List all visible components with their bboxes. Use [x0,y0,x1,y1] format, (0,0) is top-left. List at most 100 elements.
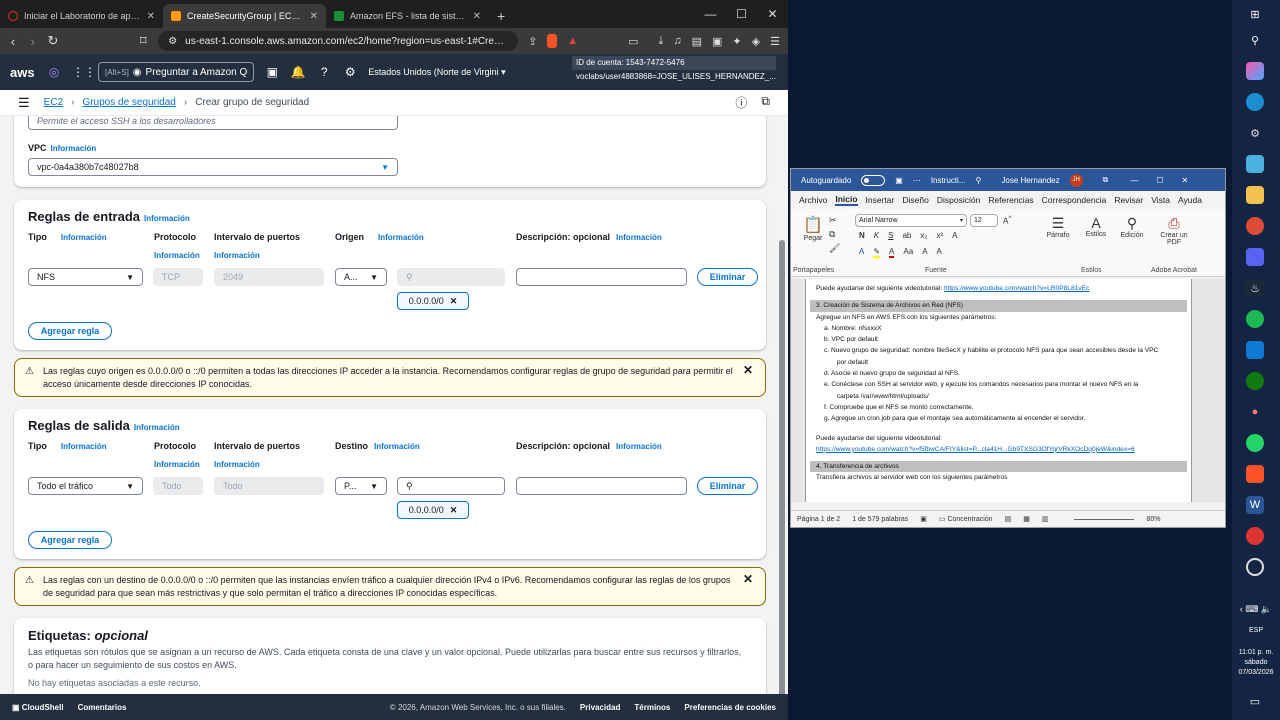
minimize-icon[interactable]: — [1130,176,1138,185]
privacy-link[interactable]: Privacidad [580,703,620,712]
source-search[interactable]: ⚲ [397,268,505,286]
doc-link[interactable]: https://www.youtube.com/watch?v=f5fbwCA/… [810,444,1187,455]
ribbon-display-icon[interactable]: ⧉ [1103,175,1109,185]
vpn-icon[interactable]: ◈ [752,35,760,48]
comments-link[interactable]: Comentarios [78,703,127,712]
tipo-info-link[interactable]: Información [61,442,107,451]
subscript-icon[interactable]: x₂ [920,231,927,240]
font-size-select[interactable]: 12 [970,214,998,227]
tipo-info-link[interactable]: Información [61,233,107,242]
close-tab-icon[interactable]: ✕ [147,11,155,22]
delete-rule-button[interactable]: Eliminar [697,268,758,286]
protocolo-info-link[interactable]: Información [154,251,200,260]
shrink-icon[interactable]: A [922,247,927,258]
breadcrumb-security-groups[interactable]: Grupos de seguridad [82,97,175,108]
new-tab-button[interactable]: + [489,8,513,28]
cidr-token[interactable]: 0.0.0.0/0 ✕ [397,501,469,519]
search-icon[interactable]: ⚲ [1246,31,1264,49]
account-menu[interactable]: ID de cuenta: 1543-7472-5476 voclabs/use… [572,56,776,88]
tab-disposicion[interactable]: Disposición [937,195,980,205]
tab-archivo[interactable]: Archivo [799,195,827,205]
hamburger-icon[interactable]: ☰ [18,95,30,111]
styles-button[interactable]: A Estilos [1081,215,1111,238]
recorder-icon[interactable] [1246,527,1264,545]
amazon-q-icon[interactable]: ◎ [46,65,62,79]
settings-icon[interactable]: ⚙ [1246,124,1264,142]
tab-inicio[interactable]: Inicio [835,194,858,206]
whatsapp-icon[interactable] [1246,434,1264,452]
tab-diseno[interactable]: Diseño [902,195,928,205]
vpc-info-link[interactable]: Información [51,144,97,153]
description-input[interactable] [516,477,687,495]
add-rule-button[interactable]: Agregar regla [28,322,112,340]
document-page[interactable]: Puede ayudarse del siguiente videotutori… [805,279,1192,502]
description-field[interactable]: Permite el acceso SSH a los desarrollado… [28,116,398,130]
discord-icon[interactable] [1246,248,1264,266]
input-language[interactable]: ESP [1232,626,1280,636]
puertos-info-link[interactable]: Información [214,460,260,469]
share-icon[interactable]: ⇪ [528,35,537,48]
add-rule-button[interactable]: Agregar regla [28,531,112,549]
vpc-select[interactable]: vpc-0a4a380b7c48027b8 ▼ [28,158,398,176]
destino-info-link[interactable]: Información [374,442,420,451]
zoom-level[interactable]: 80% [1146,516,1160,523]
close-tab-icon[interactable]: ✕ [473,11,481,22]
feedback-icon[interactable]: ⧉ [761,94,770,111]
char-border-icon[interactable]: A [937,247,942,258]
format-painter-icon[interactable]: 🖌 [829,243,840,254]
font-grow-icon[interactable]: A^ [1003,215,1011,226]
delete-rule-button[interactable]: Eliminar [697,477,758,495]
cidr-token[interactable]: 0.0.0.0/0 ✕ [397,292,469,310]
tab-vista[interactable]: Vista [1151,195,1170,205]
cut-icon[interactable]: ✂ [829,215,837,226]
notifications-icon[interactable]: ▭ [1246,692,1264,710]
close-tab-icon[interactable]: ✕ [310,11,318,22]
services-grid-icon[interactable]: ⋮⋮ [72,65,96,79]
outbound-info-link[interactable]: Información [134,423,180,432]
notifications-icon[interactable]: 🔔 [290,65,306,79]
page-count[interactable]: Página 1 de 2 [797,516,840,523]
close-window-icon[interactable]: ✕ [1182,176,1189,185]
destination-select[interactable]: P... ▼ [335,477,387,495]
tray-icons[interactable]: ‹ ⌨ 🔈 [1232,604,1280,614]
settings-icon[interactable]: ⚙ [342,65,358,79]
puertos-info-link[interactable]: Información [214,251,260,260]
doc-link[interactable]: https://www.youtube.com/watch?v=LR0P8L81… [944,285,1089,292]
superscript-icon[interactable]: x² [936,231,943,240]
dismiss-alert-icon[interactable]: ✕ [743,573,753,586]
url-bar[interactable]: ⚙ us-east-1.console.aws.amazon.com/ec2/ho… [158,31,519,51]
more-icon[interactable]: ⋯ [913,176,921,185]
case-icon[interactable]: Aa [903,247,913,258]
app-icon[interactable]: ● [1246,403,1264,421]
help-icon[interactable]: ? [316,65,332,79]
source-select[interactable]: A... ▼ [335,268,387,286]
sidebar-icon[interactable]: ▤ [692,35,702,48]
print-layout-icon[interactable]: ▦ [1023,515,1030,523]
start-icon[interactable]: ⊞ [1246,5,1264,23]
close-window-icon[interactable]: ✕ [757,7,788,21]
obs-icon[interactable] [1246,558,1264,576]
scroll-thumb[interactable] [779,240,785,720]
back-icon[interactable]: ‹ [8,34,18,49]
wallet-icon[interactable]: ▣ [712,35,722,48]
clock[interactable]: 11:01 p. m. sábado 07/03/2026 [1232,648,1280,678]
aws-logo[interactable]: aws [10,65,36,80]
music-icon[interactable]: ♫ [673,35,681,47]
spotify-icon[interactable] [1246,310,1264,328]
clear-format-icon[interactable]: A [952,231,957,240]
paste-button[interactable]: 📋 Pegar [801,215,825,242]
web-layout-icon[interactable]: ▥ [1042,515,1049,523]
site-info-icon[interactable]: ⚙ [168,36,177,47]
font-color-icon[interactable]: A [889,247,895,258]
tab-efs[interactable]: Amazon EFS - lista de sistemas de ar✕ [326,4,489,28]
avatar[interactable]: JH [1069,173,1083,187]
remove-token-icon[interactable]: ✕ [450,505,458,516]
document-area[interactable]: Puede ayudarse del siguiente videotutori… [791,279,1225,502]
word-count[interactable]: 1 de 579 palabras [852,516,908,523]
search-ask-q[interactable]: [Alt+S] ◉ Preguntar a Amazon Q [98,62,255,82]
tab-insertar[interactable]: Insertar [866,195,895,205]
origen-info-link[interactable]: Información [378,233,424,242]
dismiss-alert-icon[interactable]: ✕ [743,364,753,377]
edge-icon[interactable] [1246,93,1264,111]
rewards-icon[interactable]: ▲ [567,35,578,47]
